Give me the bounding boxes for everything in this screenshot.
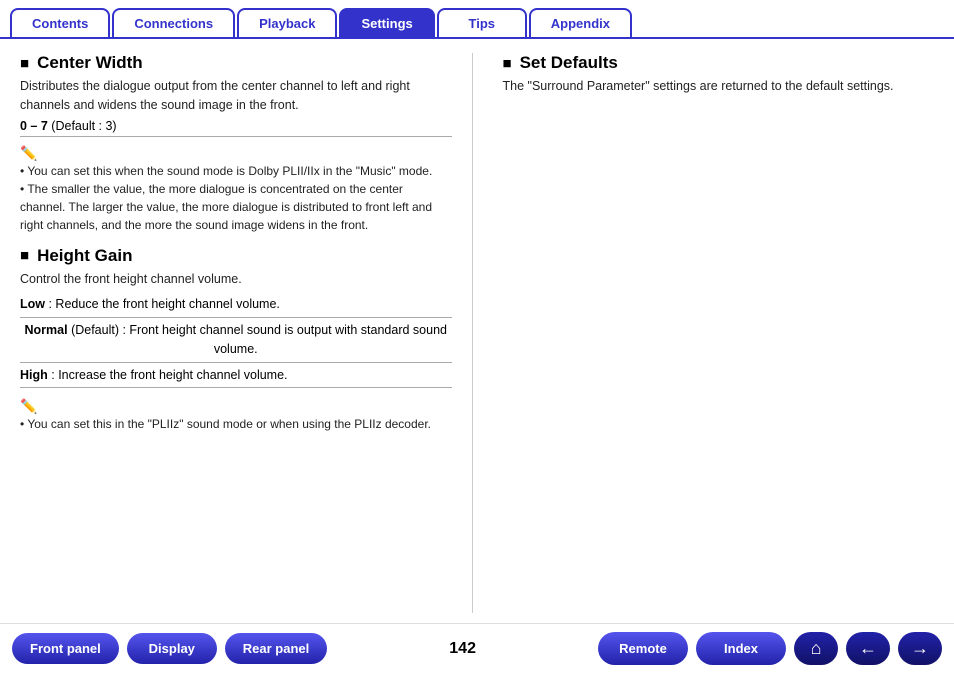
height-gain-row-normal: Normal (Default) : Front height channel … — [20, 318, 452, 363]
home-button[interactable]: ⌂ — [794, 632, 838, 665]
height-gain-note-1: • You can set this in the "PLIIz" sound … — [20, 415, 452, 433]
center-width-note-2: • The smaller the value, the more dialog… — [20, 180, 452, 234]
display-button[interactable]: Display — [127, 633, 217, 664]
center-width-desc: Distributes the dialogue output from the… — [20, 77, 452, 115]
bottom-bar: Front panel Display Rear panel 142 Remot… — [0, 623, 954, 673]
tab-tips[interactable]: Tips — [437, 8, 527, 37]
right-column: Set Defaults The "Surround Parameter" se… — [493, 53, 935, 613]
height-gain-desc: Control the front height channel volume. — [20, 270, 452, 289]
tab-appendix[interactable]: Appendix — [529, 8, 632, 37]
center-width-note-1: • You can set this when the sound mode i… — [20, 162, 452, 180]
pencil-icon-1: ✏️ — [20, 145, 452, 162]
forward-button[interactable]: → — [898, 632, 942, 665]
tab-contents[interactable]: Contents — [10, 8, 110, 37]
height-gain-row-low: Low : Reduce the front height channel vo… — [20, 292, 452, 318]
set-defaults-title: Set Defaults — [503, 53, 935, 73]
front-panel-button[interactable]: Front panel — [12, 633, 119, 664]
center-width-range: 0 – 7 (Default : 3) — [20, 119, 452, 137]
tab-settings[interactable]: Settings — [339, 8, 434, 37]
height-gain-title: Height Gain — [20, 246, 452, 266]
bottom-left-buttons: Front panel Display Rear panel — [12, 633, 327, 664]
center-width-notes: ✏️ • You can set this when the sound mod… — [20, 145, 452, 234]
pencil-icon-2: ✏️ — [20, 398, 452, 415]
left-column: Center Width Distributes the dialogue ou… — [20, 53, 473, 613]
back-button[interactable]: ← — [846, 632, 890, 665]
tab-bar: ContentsConnectionsPlaybackSettingsTipsA… — [0, 0, 954, 39]
set-defaults-desc: The "Surround Parameter" settings are re… — [503, 77, 935, 96]
page-number: 142 — [449, 640, 476, 658]
index-button[interactable]: Index — [696, 632, 786, 665]
center-width-title: Center Width — [20, 53, 452, 73]
remote-button[interactable]: Remote — [598, 632, 688, 665]
tab-connections[interactable]: Connections — [112, 8, 235, 37]
tab-playback[interactable]: Playback — [237, 8, 337, 37]
height-gain-notes: ✏️ • You can set this in the "PLIIz" sou… — [20, 398, 452, 433]
main-content: Center Width Distributes the dialogue ou… — [0, 39, 954, 623]
bottom-right-buttons: Remote Index ⌂ ← → — [598, 632, 942, 665]
rear-panel-button[interactable]: Rear panel — [225, 633, 327, 664]
height-gain-row-high: High : Increase the front height channel… — [20, 363, 452, 389]
